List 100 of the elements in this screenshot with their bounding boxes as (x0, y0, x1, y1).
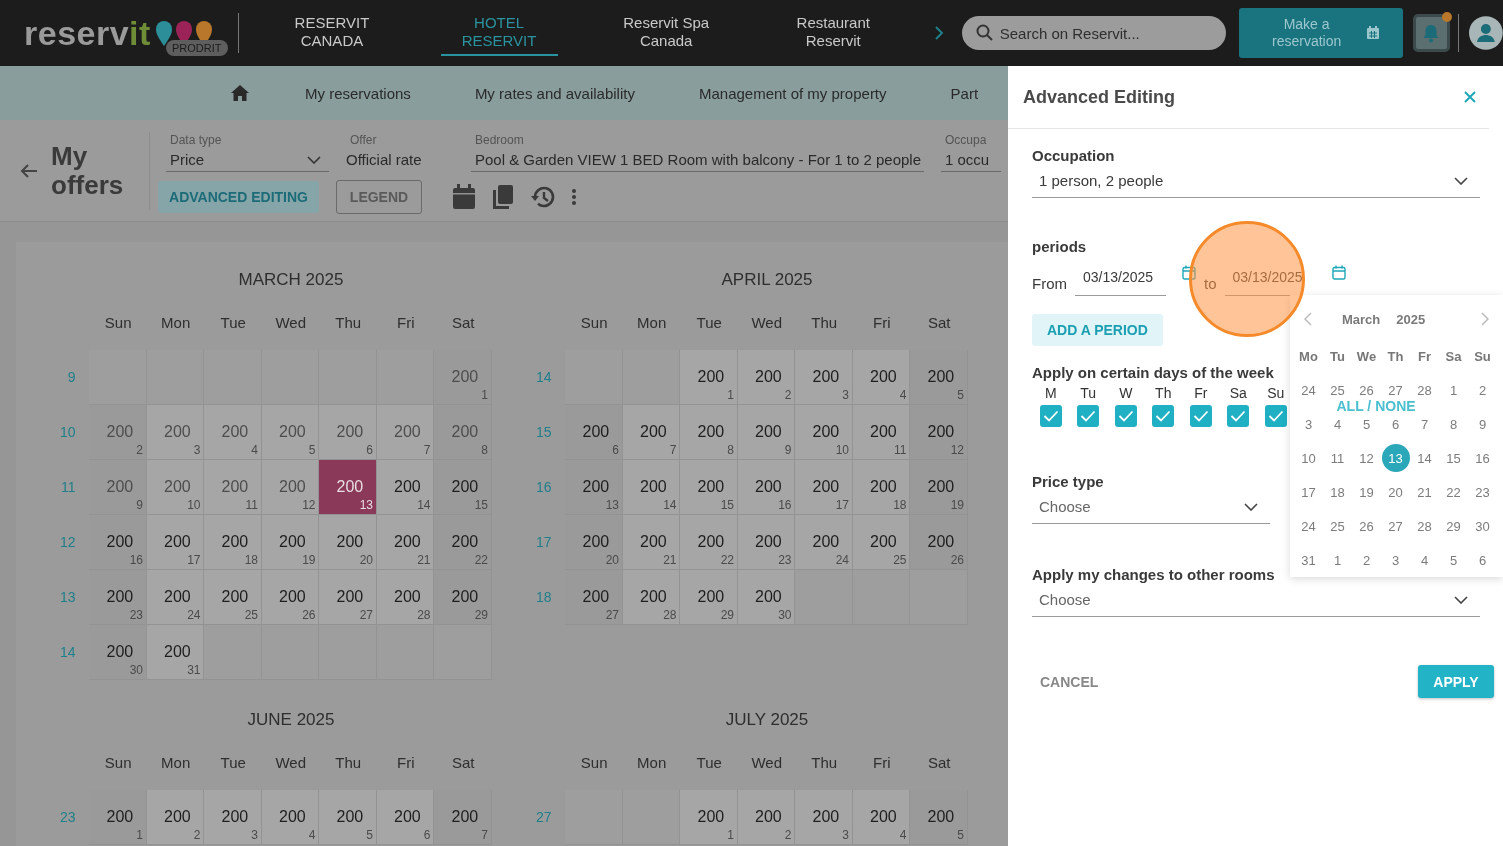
brand-tab[interactable]: HOTEL RESERVIT (440, 10, 558, 56)
picker-day[interactable]: 4 (1410, 552, 1439, 568)
picker-day[interactable]: 3 (1294, 416, 1323, 432)
day-cell[interactable]: 200 3 (204, 790, 262, 845)
day-cell[interactable]: 200 18 (204, 515, 262, 570)
picker-day[interactable]: 26 (1352, 518, 1381, 534)
brand-tab[interactable]: Reservit Spa Canada (607, 10, 725, 56)
day-cell[interactable]: 200 15 (680, 460, 738, 515)
day-cell[interactable]: 200 9 (89, 460, 147, 515)
picker-day[interactable]: 28 (1410, 382, 1439, 398)
day-cell[interactable]: 200 30 (738, 570, 796, 625)
picker-day[interactable]: 11 (1323, 450, 1352, 466)
day-cell[interactable]: 200 10 (147, 460, 205, 515)
picker-day[interactable]: 15 (1439, 450, 1468, 466)
picker-day[interactable]: 20 (1381, 484, 1410, 500)
picker-day[interactable]: 1 (1439, 382, 1468, 398)
day-cell[interactable]: 200 28 (377, 570, 435, 625)
day-cell[interactable]: 200 15 (434, 460, 492, 515)
day-cell[interactable]: 200 14 (623, 460, 681, 515)
picker-day[interactable]: 2 (1468, 382, 1497, 398)
picker-day[interactable]: 6 (1381, 416, 1410, 432)
picker-day[interactable]: 13 (1381, 444, 1410, 472)
nav-link[interactable]: My reservations (305, 84, 411, 102)
day-cell[interactable]: 200 6 (565, 405, 623, 460)
make-reservation-button[interactable]: Make a reservation (1238, 8, 1403, 58)
advanced-editing-button[interactable]: ADVANCED EDITING (158, 181, 319, 213)
picker-day[interactable]: 24 (1294, 518, 1323, 534)
nav-link[interactable]: My rates and availability (474, 84, 635, 102)
day-cell[interactable]: 200 27 (565, 570, 623, 625)
day-cell[interactable]: 200 8 (680, 405, 738, 460)
picker-day[interactable]: 23 (1468, 484, 1497, 500)
day-cell[interactable]: 200 6 (319, 405, 377, 460)
day-cell[interactable]: 200 5 (910, 350, 968, 405)
day-cell[interactable]: 200 2 (147, 790, 205, 845)
cancel-button[interactable]: CANCEL (1032, 665, 1107, 698)
day-cell[interactable]: 200 20 (319, 515, 377, 570)
day-cell[interactable]: 200 4 (204, 405, 262, 460)
day-cell[interactable]: 200 13 (319, 460, 377, 515)
picker-day[interactable]: 10 (1294, 450, 1323, 466)
nav-link[interactable]: Part (950, 84, 979, 102)
day-cell[interactable]: 200 29 (434, 570, 492, 625)
dropdown-field[interactable]: 1 occu (941, 151, 1001, 172)
picker-day[interactable]: 25 (1323, 382, 1352, 398)
day-cell[interactable]: 200 17 (795, 460, 853, 515)
day-cell[interactable]: 200 22 (680, 515, 738, 570)
picker-day[interactable]: 30 (1468, 518, 1497, 534)
picker-day[interactable]: 31 (1294, 552, 1323, 568)
day-cell[interactable]: 200 7 (434, 790, 492, 845)
day-cell[interactable]: 200 8 (434, 405, 492, 460)
year-label[interactable]: 2025 (1396, 311, 1426, 327)
day-cell[interactable]: 200 9 (738, 405, 796, 460)
day-cell[interactable]: 200 24 (795, 515, 853, 570)
picker-day[interactable]: 24 (1294, 382, 1323, 398)
day-cell[interactable]: 200 25 (204, 570, 262, 625)
picker-day[interactable]: 5 (1352, 416, 1381, 432)
picker-day[interactable]: 2 (1352, 552, 1381, 568)
picker-day[interactable]: 12 (1352, 450, 1381, 466)
date-field[interactable]: 03/13/2025 (1075, 269, 1166, 296)
day-cell[interactable]: 200 21 (623, 515, 681, 570)
other-rooms-select[interactable]: Choose (1032, 583, 1480, 617)
day-cell[interactable]: 200 13 (565, 460, 623, 515)
picker-day[interactable]: 6 (1468, 552, 1497, 568)
day-cell[interactable]: 200 12 (910, 405, 968, 460)
dropdown-field[interactable]: Pool & Garden VIEW 1 BED Room with balcony - For 1 to 2 people (471, 151, 924, 172)
day-cell[interactable]: 200 18 (853, 460, 911, 515)
day-cell[interactable]: 200 3 (147, 405, 205, 460)
dropdown-field[interactable]: Price (166, 151, 329, 172)
day-cell[interactable]: 200 31 (147, 625, 205, 680)
picker-day[interactable]: 8 (1439, 416, 1468, 432)
day-cell[interactable]: 200 23 (738, 515, 796, 570)
picker-day[interactable]: 27 (1381, 518, 1410, 534)
search-field[interactable]: Search on Reservit... (961, 16, 1226, 50)
day-cell[interactable]: 200 1 (680, 350, 738, 405)
day-cell[interactable]: 200 10 (795, 405, 853, 460)
picker-day[interactable]: 29 (1439, 518, 1468, 534)
nav-link[interactable]: Management of my property (698, 84, 887, 102)
day-cell[interactable]: 200 25 (853, 515, 911, 570)
day-cell[interactable]: 200 30 (89, 625, 147, 680)
day-cell[interactable]: 200 1 (680, 790, 738, 845)
day-cell[interactable]: 200 5 (319, 790, 377, 845)
day-cell[interactable]: 200 4 (853, 790, 911, 845)
day-cell[interactable]: 200 17 (147, 515, 205, 570)
day-cell[interactable]: 200 26 (262, 570, 320, 625)
day-cell[interactable]: 200 22 (434, 515, 492, 570)
add-period-button[interactable]: ADD A PERIOD (1032, 314, 1163, 346)
day-cell[interactable]: 200 4 (853, 350, 911, 405)
picker-day[interactable]: 14 (1410, 450, 1439, 466)
day-cell[interactable]: 200 21 (377, 515, 435, 570)
picker-day[interactable]: 4 (1323, 416, 1352, 432)
picker-day[interactable]: 19 (1352, 484, 1381, 500)
picker-day[interactable]: 22 (1439, 484, 1468, 500)
day-cell[interactable]: 200 1 (434, 350, 492, 405)
day-cell[interactable]: 200 11 (204, 460, 262, 515)
day-cell[interactable]: 200 3 (795, 350, 853, 405)
price-type-select[interactable]: Choose (1032, 490, 1270, 524)
month-label[interactable]: March (1342, 311, 1381, 327)
day-cell[interactable]: 200 20 (565, 515, 623, 570)
day-cell[interactable]: 200 2 (738, 350, 796, 405)
day-cell[interactable]: 200 14 (377, 460, 435, 515)
day-cell[interactable]: 200 2 (89, 405, 147, 460)
